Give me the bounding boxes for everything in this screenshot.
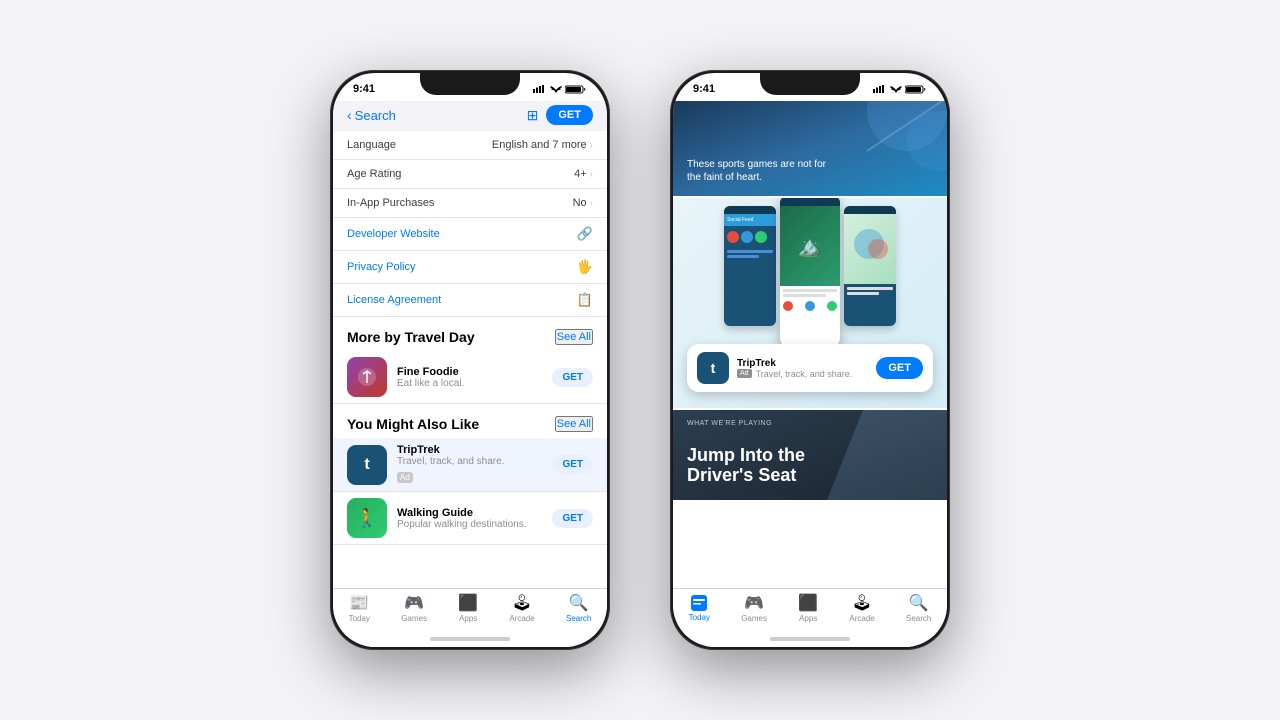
sports-decoration <box>827 101 947 181</box>
section-also-like: You Might Also Like See All <box>333 404 607 438</box>
phones-container: 9:41 <box>0 0 1280 720</box>
tab-search-2[interactable]: 🔍 Search <box>906 593 931 623</box>
see-all-more-by[interactable]: See All <box>555 329 593 345</box>
app-row-walking-guide: 🚶 Walking Guide Popular walking destinat… <box>333 492 607 545</box>
get-button-nav[interactable]: GET <box>546 105 593 125</box>
back-label: Search <box>355 108 396 123</box>
battery-icon <box>565 85 587 94</box>
card-jump-title: Jump Into the Driver's Seat <box>687 446 805 486</box>
app-icon-fine-foodie <box>347 357 387 397</box>
phone-2: 9:41 <box>670 70 950 650</box>
info-row-age: Age Rating 4+ › <box>333 160 607 189</box>
ad-app-info: TripTrek Ad Travel, track, and share. <box>737 358 868 379</box>
home-indicator-1 <box>333 631 607 647</box>
app-info-triptrek: TripTrek Travel, track, and share. Ad <box>397 444 542 485</box>
notch-1 <box>420 73 520 95</box>
see-all-also-like[interactable]: See All <box>555 416 593 432</box>
tab-arcade-label: Arcade <box>509 614 534 623</box>
today-icon: 📰 <box>349 593 369 613</box>
nav-back-button[interactable]: ‹ Search <box>347 107 396 123</box>
status-time-2: 9:41 <box>693 83 715 95</box>
wifi-icon <box>550 85 562 93</box>
ad-get-button[interactable]: GET <box>876 357 923 379</box>
apps-icon: ⬛ <box>458 593 478 613</box>
link-icon-0: 🔗 <box>577 226 593 242</box>
games-icon: 🎮 <box>404 593 424 613</box>
tab-search-label: Search <box>566 614 591 623</box>
home-bar-1 <box>430 637 510 641</box>
link-privacy[interactable]: Privacy Policy 🖐 <box>333 251 607 284</box>
tab-today-2[interactable]: Today <box>689 594 710 622</box>
signal-icon <box>533 85 547 93</box>
tab-today-2-label: Today <box>689 613 710 622</box>
card-jump-label: WHAT WE'RE PLAYING <box>687 420 772 427</box>
nav-bar-1: ‹ Search ⊞ GET <box>333 101 607 131</box>
get-btn-fine-foodie[interactable]: GET <box>552 368 593 387</box>
card-sports: These sports games are not for the faint… <box>673 101 947 196</box>
today-icon-2 <box>690 594 708 612</box>
arcade-icon: 🕹 <box>512 593 532 613</box>
scroll-area-1[interactable]: Language English and 7 more › Age Rating… <box>333 131 607 588</box>
arcade-icon-2: 🕹 <box>852 593 872 613</box>
get-btn-triptrek[interactable]: GET <box>552 455 593 474</box>
app-row-fine-foodie: Fine Foodie Eat like a local. GET <box>333 351 607 404</box>
card-social: Social Feed <box>673 198 947 408</box>
link-icon-2: 📋 <box>577 292 593 308</box>
tab-bar-2: Today 🎮 Games ⬛ Apps 🕹 Arcade 🔍 Search <box>673 588 947 631</box>
info-row-language: Language English and 7 more › <box>333 131 607 160</box>
back-chevron-icon: ‹ <box>347 107 352 123</box>
info-row-iap: In-App Purchases No › <box>333 189 607 218</box>
tab-today-1[interactable]: 📰 Today <box>349 593 370 623</box>
link-icon-1: 🖐 <box>577 259 593 275</box>
section-more-by: More by Travel Day See All <box>333 317 607 351</box>
app-icon-triptrek: t <box>347 445 387 485</box>
notch-2 <box>760 73 860 95</box>
tab-apps-1[interactable]: ⬛ Apps <box>458 593 478 623</box>
ad-badge-2: Ad <box>737 369 752 378</box>
nav-icons: ⊞ GET <box>527 105 593 125</box>
tab-apps-label: Apps <box>459 614 477 623</box>
tab-search-1[interactable]: 🔍 Search <box>566 593 591 623</box>
status-time-1: 9:41 <box>353 83 375 95</box>
tab-bar-1: 📰 Today 🎮 Games ⬛ Apps 🕹 Arcade 🔍 <box>333 588 607 631</box>
tab-today-label: Today <box>349 614 370 623</box>
tab-arcade-2[interactable]: 🕹 Arcade <box>849 593 874 623</box>
ad-app-icon: t <box>697 352 729 384</box>
tab-apps-2[interactable]: ⬛ Apps <box>798 593 818 623</box>
tab-games-2-label: Games <box>741 614 767 623</box>
app-info-walking: Walking Guide Popular walking destinatio… <box>397 507 542 530</box>
card-jump: WHAT WE'RE PLAYING Jump Into the Driver'… <box>673 410 947 500</box>
link-developer[interactable]: Developer Website 🔗 <box>333 218 607 251</box>
phone-1: 9:41 <box>330 70 610 650</box>
tab-games-2[interactable]: 🎮 Games <box>741 593 767 623</box>
list-icon[interactable]: ⊞ <box>527 107 539 124</box>
tab-arcade-1[interactable]: 🕹 Arcade <box>509 593 534 623</box>
get-btn-walking[interactable]: GET <box>552 509 593 528</box>
battery-icon-2 <box>905 85 927 94</box>
app-row-triptrek: t TripTrek Travel, track, and share. Ad … <box>333 438 607 492</box>
app-icon-walking-guide: 🚶 <box>347 498 387 538</box>
search-icon-tab: 🔍 <box>569 593 589 613</box>
tab-games-1[interactable]: 🎮 Games <box>401 593 427 623</box>
tab-arcade-2-label: Arcade <box>849 614 874 623</box>
ad-overlay: t TripTrek Ad Travel, track, and share. … <box>687 344 933 392</box>
status-icons-1 <box>533 85 587 94</box>
home-bar-2 <box>770 637 850 641</box>
search-icon-tab-2: 🔍 <box>909 593 929 613</box>
app-info-fine-foodie: Fine Foodie Eat like a local. <box>397 366 542 389</box>
apps-icon-2: ⬛ <box>798 593 818 613</box>
games-icon-2: 🎮 <box>744 593 764 613</box>
sports-card-text: These sports games are not for the faint… <box>687 158 827 184</box>
tab-apps-2-label: Apps <box>799 614 817 623</box>
ad-badge: Ad <box>397 472 413 483</box>
tab-search-2-label: Search <box>906 614 931 623</box>
status-icons-2 <box>873 85 927 94</box>
tab-games-label: Games <box>401 614 427 623</box>
home-indicator-2 <box>673 631 947 647</box>
signal-icon-2 <box>873 85 887 93</box>
wifi-icon-2 <box>890 85 902 93</box>
phone2-cards[interactable]: These sports games are not for the faint… <box>673 101 947 588</box>
link-license[interactable]: License Agreement 📋 <box>333 284 607 317</box>
